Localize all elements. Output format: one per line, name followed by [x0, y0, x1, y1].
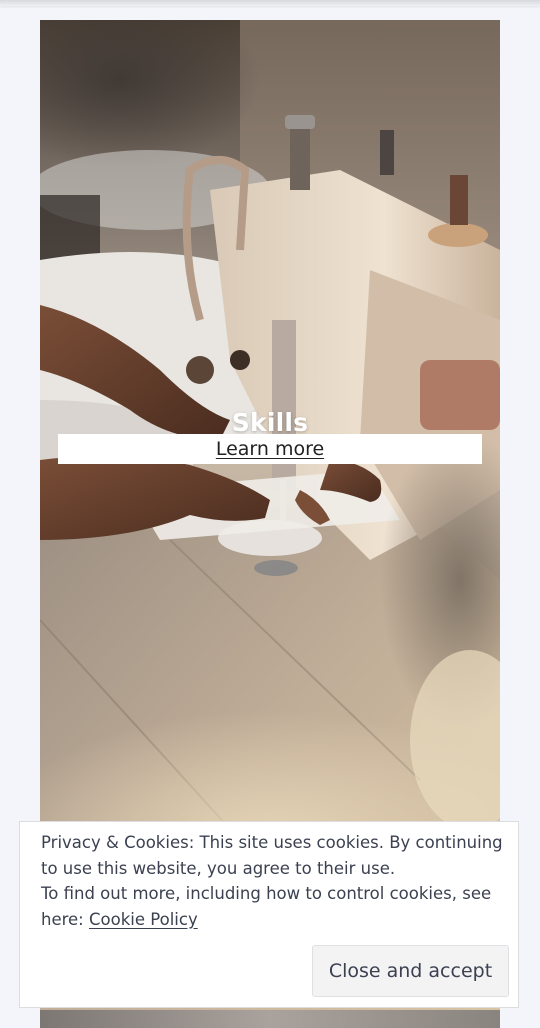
close-and-accept-button[interactable]: Close and accept	[312, 945, 509, 997]
cookie-policy-link[interactable]: Cookie Policy	[89, 910, 198, 929]
page: Skills Learn more Privacy & Cookies: Thi…	[0, 0, 540, 1028]
cookie-banner: Privacy & Cookies: This site uses cookie…	[19, 821, 519, 1008]
browser-top-edge	[0, 0, 540, 6]
cookie-notice-text: Privacy & Cookies: This site uses cookie…	[41, 833, 503, 878]
learn-more-button[interactable]: Learn more	[58, 434, 482, 464]
cookie-message: Privacy & Cookies: This site uses cookie…	[41, 830, 511, 932]
hero-title: Skills	[231, 408, 309, 437]
next-card-preview	[40, 1010, 500, 1028]
